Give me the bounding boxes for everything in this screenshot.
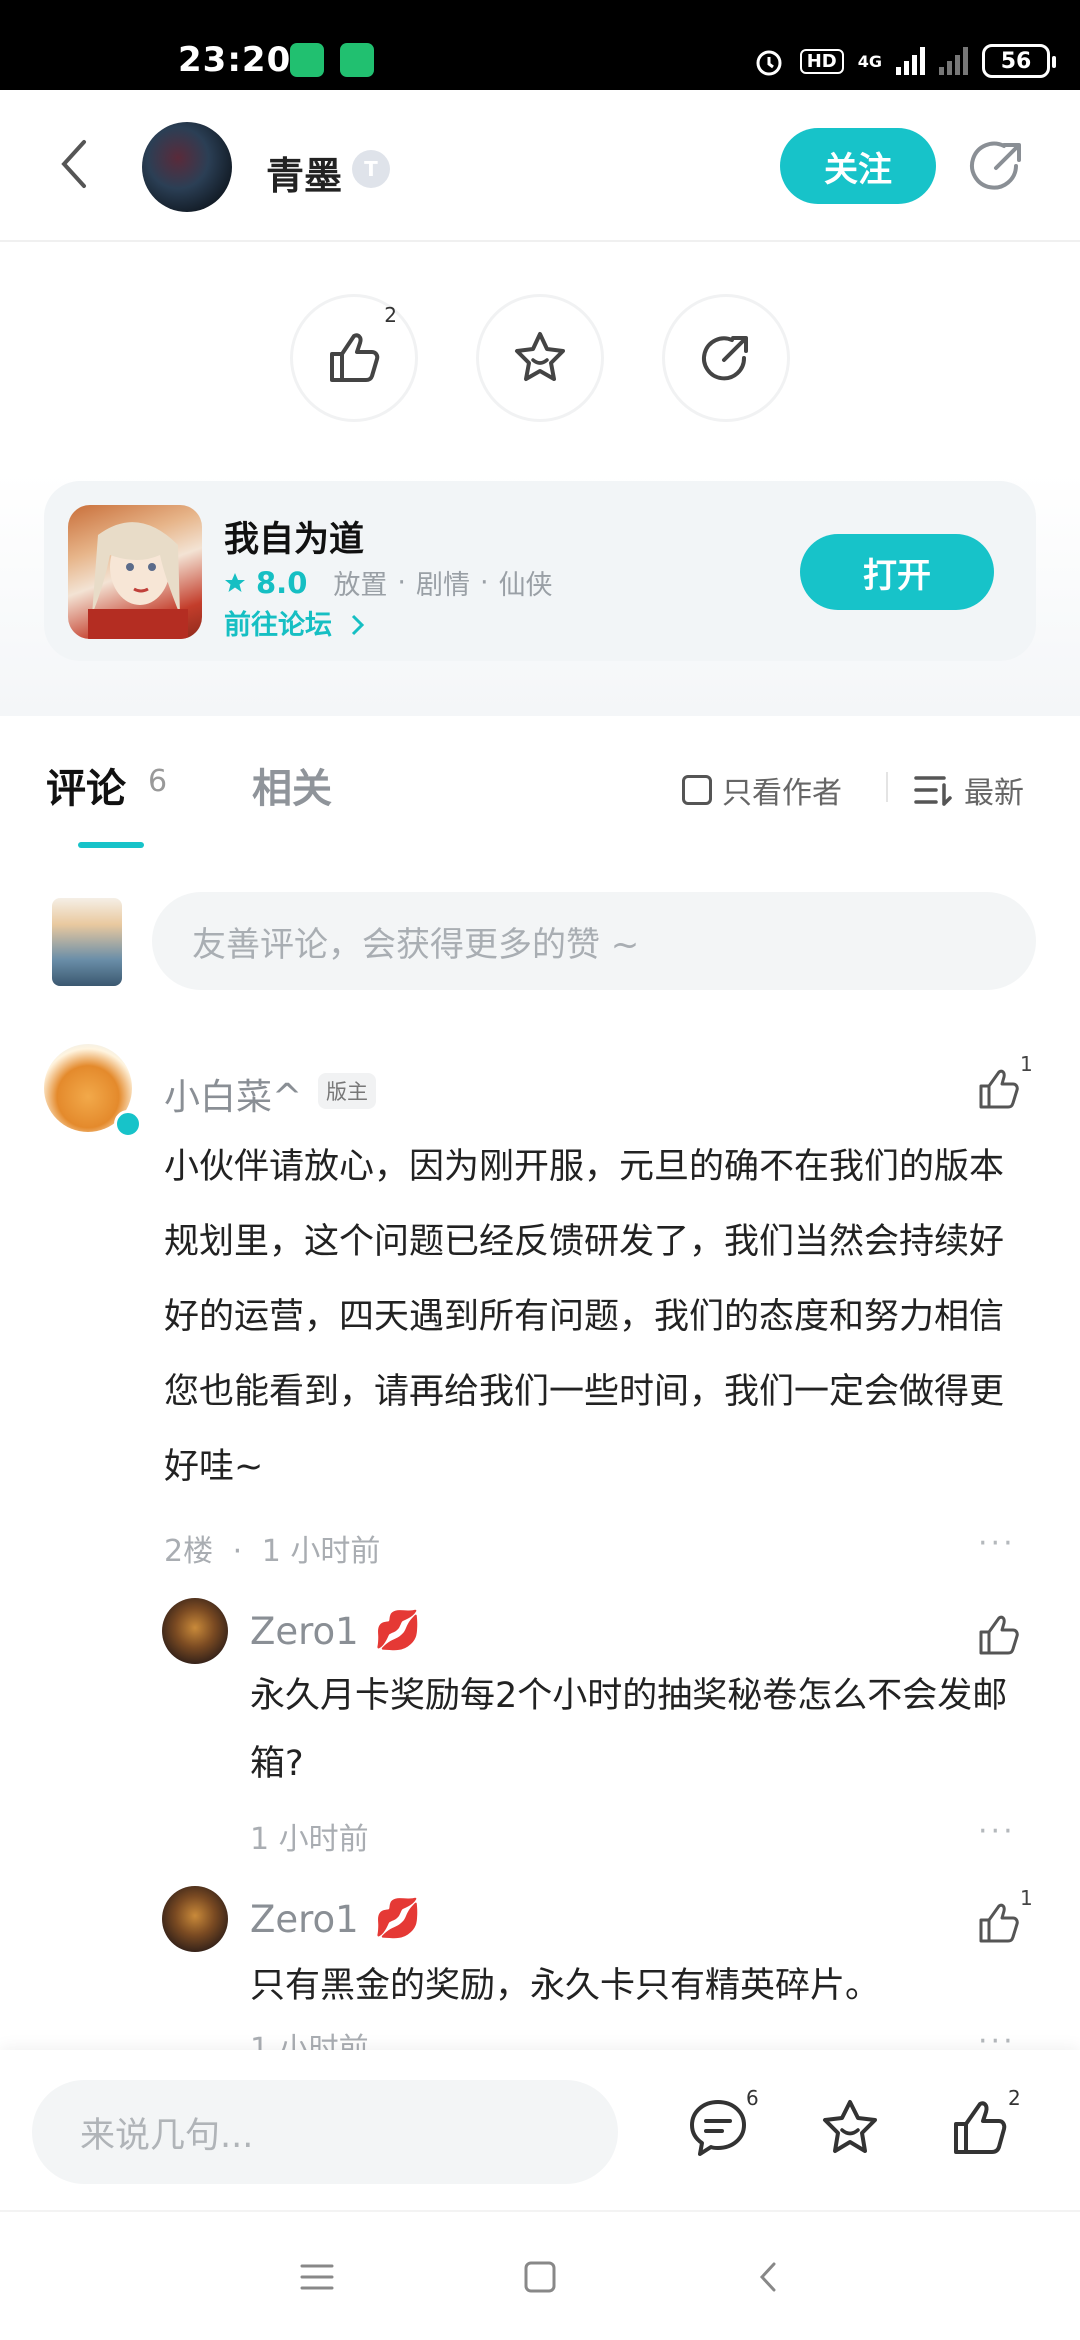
like-icon[interactable] [976, 1900, 1022, 1946]
game-card[interactable]: 我自为道 8.0 放置 · 剧情 · 仙侠 前往论坛 打开 [44, 481, 1036, 661]
meta-dot: · [232, 1534, 243, 1569]
like-count-badge: 2 [1008, 2086, 1021, 2110]
chevron-right-icon [352, 614, 365, 636]
comment-input-row: 友善评论，会获得更多的赞 ~ [0, 880, 1080, 990]
lips-icon: 💋 [374, 1896, 422, 1940]
game-tag: 剧情 [415, 570, 470, 601]
follow-button[interactable]: 关注 [780, 128, 936, 204]
only-author-label: 只看作者 [722, 776, 842, 811]
tab-related[interactable]: 相关 [252, 756, 332, 814]
verified-badge-icon [114, 1110, 142, 1138]
comment-time: 1 小时前 [261, 1534, 381, 1569]
like-icon[interactable] [976, 1612, 1022, 1658]
game-tag: 仙侠 [498, 570, 553, 601]
battery-level: 56 [1000, 48, 1032, 74]
game-section: 我自为道 8.0 放置 · 剧情 · 仙侠 前往论坛 打开 [0, 472, 1080, 716]
comment-floor: 2楼 [164, 1534, 214, 1569]
signal-icon [896, 47, 925, 75]
comment-body: 小伙伴请放心，因为刚开服，元旦的确不在我们的版本规划里，这个问题已经反馈研发了，… [164, 1147, 1005, 1487]
tab-comments[interactable]: 评论 [46, 756, 126, 814]
status-time: 23:20 [178, 40, 292, 80]
forum-link-label: 前往论坛 [224, 610, 332, 641]
tab-active-indicator [78, 842, 144, 848]
alarm-icon [756, 50, 782, 76]
game-meta: 8.0 放置 · 剧情 · 仙侠 [224, 563, 553, 602]
network-label: 4G [857, 51, 882, 71]
like-icon[interactable] [948, 2096, 1012, 2160]
post-actions: 2 [0, 242, 1080, 472]
sort-label: 最新 [964, 776, 1024, 811]
favorite-button[interactable] [476, 294, 604, 422]
status-indicators: HD 4G 56 [752, 44, 1056, 78]
quick-reply-input[interactable]: 来说几句... [32, 2080, 618, 2184]
lips-icon: 💋 [374, 1608, 422, 1652]
battery-icon: 56 [982, 44, 1056, 78]
my-avatar [52, 898, 122, 986]
more-options-icon[interactable]: ··· [978, 2024, 1016, 2050]
reply-body: 永久月卡奖励每2个小时的抽奖秘卷怎么不会发邮箱? [250, 1676, 1008, 1784]
level-badge: T [352, 150, 390, 188]
back-icon[interactable] [50, 134, 100, 194]
like-button[interactable]: 2 [290, 294, 418, 422]
reply-time: 1 小时前 [250, 2032, 369, 2050]
game-title: 我自为道 [224, 520, 365, 560]
rating-star-icon [225, 572, 245, 592]
hd-badge: HD [799, 48, 844, 74]
open-game-button[interactable]: 打开 [800, 534, 994, 610]
back-nav-icon[interactable] [744, 2252, 794, 2302]
reply-avatar[interactable] [162, 1598, 228, 1664]
comment-icon[interactable] [686, 2096, 750, 2160]
divider [886, 772, 888, 802]
star-icon [515, 332, 565, 381]
game-art-icon [88, 522, 188, 639]
reply-name[interactable]: Zero1 [250, 1898, 359, 1941]
reply-like-count: 1 [1020, 1886, 1033, 1910]
reply-time: 1 小时前 [250, 1822, 369, 1857]
comment-count-badge: 6 [746, 2086, 759, 2110]
author-avatar[interactable] [142, 122, 232, 212]
more-options-icon[interactable]: ··· [978, 1814, 1016, 1849]
status-bar: 23:20 HD 4G 56 [0, 0, 1080, 90]
tag-dot: · [479, 567, 489, 598]
commenter-name[interactable]: 小白菜^ [164, 1068, 302, 1120]
game-tag: 放置 [333, 570, 388, 601]
moderator-badge: 版主 [318, 1073, 376, 1109]
author-name[interactable]: 青墨 [266, 145, 342, 200]
shield-app-icon [290, 43, 324, 77]
more-options-icon[interactable]: ··· [978, 1526, 1016, 1561]
signal-2-icon [939, 47, 968, 75]
menu-icon[interactable] [292, 2252, 342, 2302]
forum-link[interactable]: 前往论坛 [224, 603, 367, 642]
sort-icon [914, 776, 952, 806]
like-count: 2 [384, 303, 397, 327]
game-rating: 8.0 [256, 565, 308, 600]
system-nav-bar [0, 2210, 1080, 2340]
comment-tabs: 评论 6 相关 只看作者 最新 [0, 716, 1080, 852]
comment-input[interactable]: 友善评论，会获得更多的赞 ~ [152, 892, 1036, 990]
tag-dot: · [397, 567, 406, 598]
share-icon[interactable] [968, 136, 1028, 196]
comment-like-count: 1 [1020, 1052, 1033, 1076]
reply-body: 只有黑金的奖励，永久卡只有精英碎片。 [250, 1966, 881, 2006]
bottom-action-bar: 来说几句... 6 2 [0, 2050, 1080, 2210]
top-header: 青墨 T 关注 [0, 90, 1080, 242]
home-icon[interactable] [515, 2252, 565, 2302]
star-icon[interactable] [818, 2096, 882, 2160]
sort-button[interactable]: 最新 [914, 768, 1024, 812]
comment-meta: 2楼 · 1 小时前 [164, 1526, 380, 1570]
comment-count: 6 [148, 764, 168, 799]
share-button[interactable] [662, 294, 790, 422]
only-author-toggle[interactable]: 只看作者 [682, 768, 842, 812]
checkbox-icon [682, 775, 712, 805]
share-icon [702, 336, 748, 381]
game-icon[interactable] [68, 505, 202, 639]
reply-avatar[interactable] [162, 1886, 228, 1952]
phone-app-icon [340, 43, 374, 77]
reply-name[interactable]: Zero1 [250, 1610, 359, 1653]
like-icon [330, 333, 380, 382]
like-icon[interactable] [976, 1066, 1022, 1112]
